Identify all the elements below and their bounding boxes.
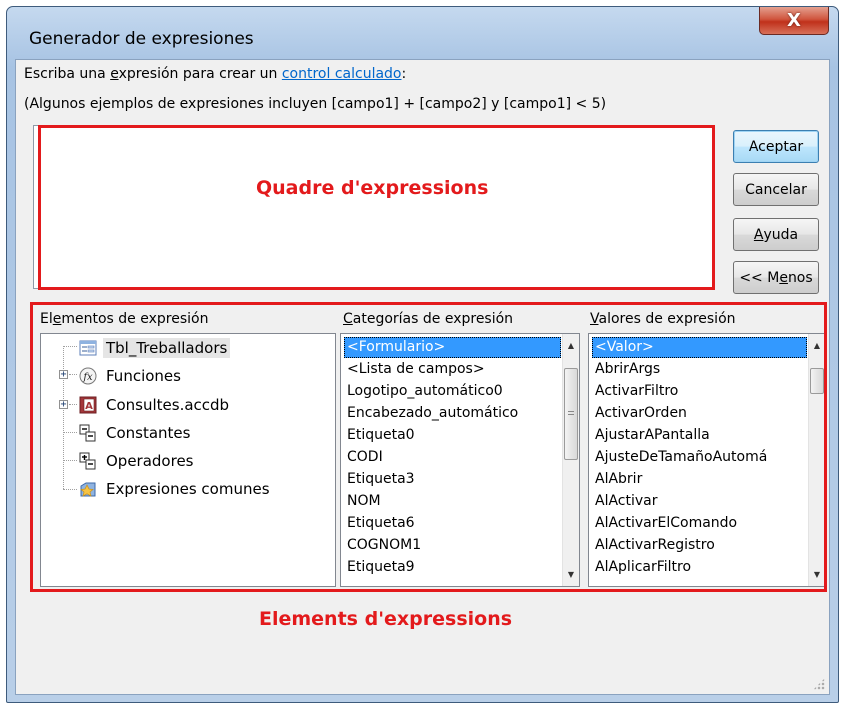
- expression-box-annotation: Quadre d'expressions: [256, 177, 489, 199]
- instruction-prefix: Escriba una: [24, 66, 111, 82]
- help-label: yuda: [763, 226, 799, 243]
- calculated-control-link[interactable]: control calculado: [282, 66, 402, 82]
- elements-highlight: [30, 302, 827, 592]
- instruction-line-1: Escriba una expresión para crear un cont…: [24, 66, 406, 82]
- instruction-accesskey: e: [110, 66, 119, 82]
- instruction-mid: xpresión para crear un: [118, 66, 282, 82]
- less-accesskey: e: [779, 269, 788, 286]
- window-title: Generador de expresiones: [29, 29, 254, 49]
- ok-button[interactable]: Aceptar: [733, 130, 819, 163]
- close-button[interactable]: X: [759, 7, 829, 35]
- instruction-suffix: :: [401, 66, 407, 82]
- instruction-line-2: (Algunos ejemplos de expresiones incluye…: [24, 96, 607, 112]
- less-label-rest: nos: [787, 269, 813, 286]
- close-icon: X: [787, 9, 801, 31]
- title-bar[interactable]: Generador de expresiones X: [7, 7, 838, 59]
- cancel-button[interactable]: Cancelar: [733, 173, 819, 206]
- elements-annotation: Elements d'expressions: [259, 608, 513, 630]
- resize-grip-icon[interactable]: [813, 678, 825, 690]
- less-button[interactable]: << Me nos: [733, 261, 819, 294]
- help-button[interactable]: Ayuda: [733, 218, 819, 251]
- expression-box-highlight: [38, 125, 715, 290]
- help-accesskey: A: [753, 226, 764, 243]
- less-label-prefix: << M: [739, 269, 780, 286]
